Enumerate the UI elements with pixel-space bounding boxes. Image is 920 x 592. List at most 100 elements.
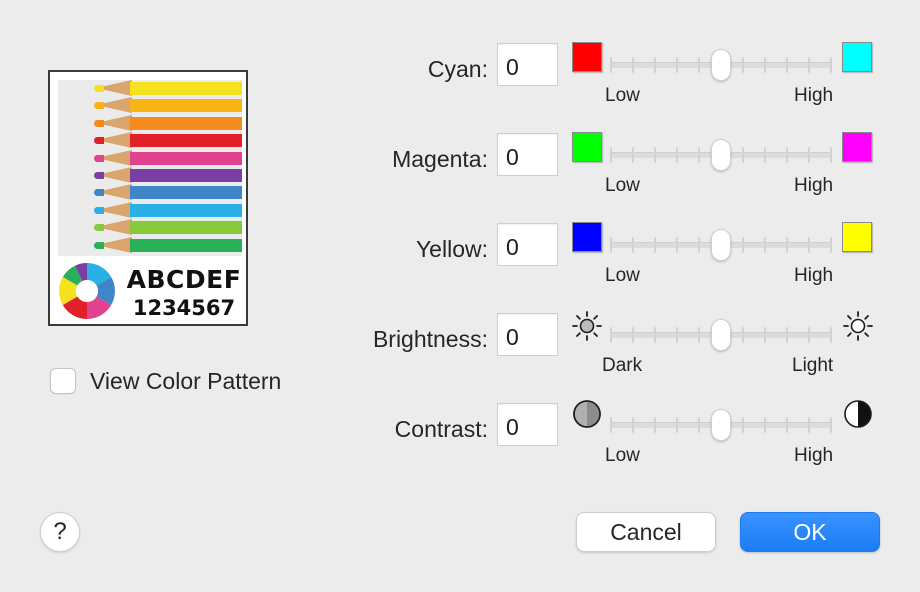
- pencil: [58, 184, 242, 201]
- yellow-high-label: High: [794, 265, 834, 286]
- slider-tick: [764, 237, 766, 253]
- help-button[interactable]: ?: [40, 512, 80, 552]
- slider-tick: [654, 417, 656, 433]
- pencil: [58, 97, 242, 114]
- contrast-input[interactable]: 0: [497, 403, 558, 446]
- slider-tick: [830, 237, 832, 253]
- cyan-high-swatch: [842, 42, 872, 72]
- color-preview-image: ABCDEF 1234567: [48, 70, 248, 326]
- slider-tick: [830, 57, 832, 73]
- sample-letters: ABCDEF: [126, 265, 242, 294]
- yellow-slider[interactable]: [610, 229, 832, 261]
- slider-knob[interactable]: [711, 49, 731, 81]
- pencil: [58, 80, 242, 97]
- slider-tick: [830, 327, 832, 343]
- slider-tick: [610, 237, 612, 253]
- slider-tick: [742, 417, 744, 433]
- brightness-label: Brightness:: [372, 326, 488, 352]
- view-color-pattern-label: View Color Pattern: [90, 367, 282, 394]
- slider-tick: [610, 417, 612, 433]
- slider-tick: [676, 237, 678, 253]
- sun-bright-icon: [843, 311, 873, 341]
- slider-tick: [698, 237, 700, 253]
- yellow-input[interactable]: 0: [497, 223, 558, 266]
- yellow-low-swatch: [572, 222, 602, 252]
- slider-tick: [808, 327, 810, 343]
- slider-tick: [786, 417, 788, 433]
- contrast-high-label: High: [794, 445, 834, 466]
- magenta-low-label: Low: [605, 175, 640, 196]
- slider-tick: [610, 327, 612, 343]
- slider-tick: [764, 327, 766, 343]
- yellow-high-swatch: [842, 222, 872, 252]
- cyan-high-label: High: [794, 85, 834, 106]
- slider-tick: [742, 327, 744, 343]
- slider-tick: [676, 417, 678, 433]
- magenta-input[interactable]: 0: [497, 133, 558, 176]
- contrast-label: Contrast:: [394, 416, 488, 442]
- slider-tick: [698, 57, 700, 73]
- slider-tick: [808, 237, 810, 253]
- cyan-label: Cyan:: [427, 56, 488, 82]
- pencil: [58, 132, 242, 149]
- pencil: [58, 114, 242, 132]
- slider-knob[interactable]: [711, 319, 731, 351]
- brightness-slider[interactable]: [610, 319, 832, 351]
- slider-tick: [808, 147, 810, 163]
- pencil: [58, 167, 242, 184]
- slider-tick: [830, 147, 832, 163]
- slider-tick: [698, 417, 700, 433]
- pencils-illustration: [58, 80, 242, 256]
- slider-tick: [632, 147, 634, 163]
- slider-tick: [764, 57, 766, 73]
- cyan-input[interactable]: 0: [497, 43, 558, 86]
- sample-digits: 1234567: [132, 296, 236, 320]
- slider-tick: [764, 147, 766, 163]
- slider-tick: [676, 147, 678, 163]
- magenta-slider[interactable]: [610, 139, 832, 171]
- slider-tick: [610, 147, 612, 163]
- slider-tick: [786, 57, 788, 73]
- cancel-button[interactable]: Cancel: [576, 512, 716, 552]
- pencil: [58, 149, 242, 167]
- slider-tick: [742, 57, 744, 73]
- slider-tick: [698, 147, 700, 163]
- slider-tick: [808, 57, 810, 73]
- color-adjust-dialog: ABCDEF 1234567 View Color Pattern Cyan: …: [0, 0, 920, 592]
- cyan-low-swatch: [572, 42, 602, 72]
- slider-tick: [676, 327, 678, 343]
- slider-tick: [654, 237, 656, 253]
- pencil: [58, 219, 242, 236]
- slider-knob[interactable]: [711, 139, 731, 171]
- contrast-low-icon: [573, 400, 601, 428]
- slider-tick: [764, 417, 766, 433]
- slider-knob[interactable]: [711, 229, 731, 261]
- contrast-low-label: Low: [605, 445, 640, 466]
- slider-tick: [742, 237, 744, 253]
- slider-tick: [786, 327, 788, 343]
- slider-tick: [742, 147, 744, 163]
- pencil: [58, 236, 242, 254]
- contrast-slider[interactable]: [610, 409, 832, 441]
- slider-tick: [632, 57, 634, 73]
- brightness-high-label: Light: [792, 355, 834, 376]
- slider-tick: [632, 417, 634, 433]
- magenta-low-swatch: [572, 132, 602, 162]
- view-color-pattern-checkbox[interactable]: [50, 368, 76, 394]
- slider-tick: [786, 147, 788, 163]
- preview-sample-area: ABCDEF 1234567: [58, 262, 242, 322]
- magenta-high-label: High: [794, 175, 834, 196]
- cyan-slider[interactable]: [610, 49, 832, 81]
- slider-tick: [676, 57, 678, 73]
- slider-tick: [632, 237, 634, 253]
- slider-tick: [610, 57, 612, 73]
- slider-knob[interactable]: [711, 409, 731, 441]
- brightness-input[interactable]: 0: [497, 313, 558, 356]
- magenta-label: Magenta:: [392, 146, 488, 172]
- ok-button[interactable]: OK: [740, 512, 880, 552]
- color-wheel-icon: [59, 263, 115, 319]
- slider-tick: [786, 237, 788, 253]
- yellow-low-label: Low: [605, 265, 640, 286]
- view-color-pattern-row[interactable]: View Color Pattern: [50, 366, 281, 396]
- slider-tick: [830, 417, 832, 433]
